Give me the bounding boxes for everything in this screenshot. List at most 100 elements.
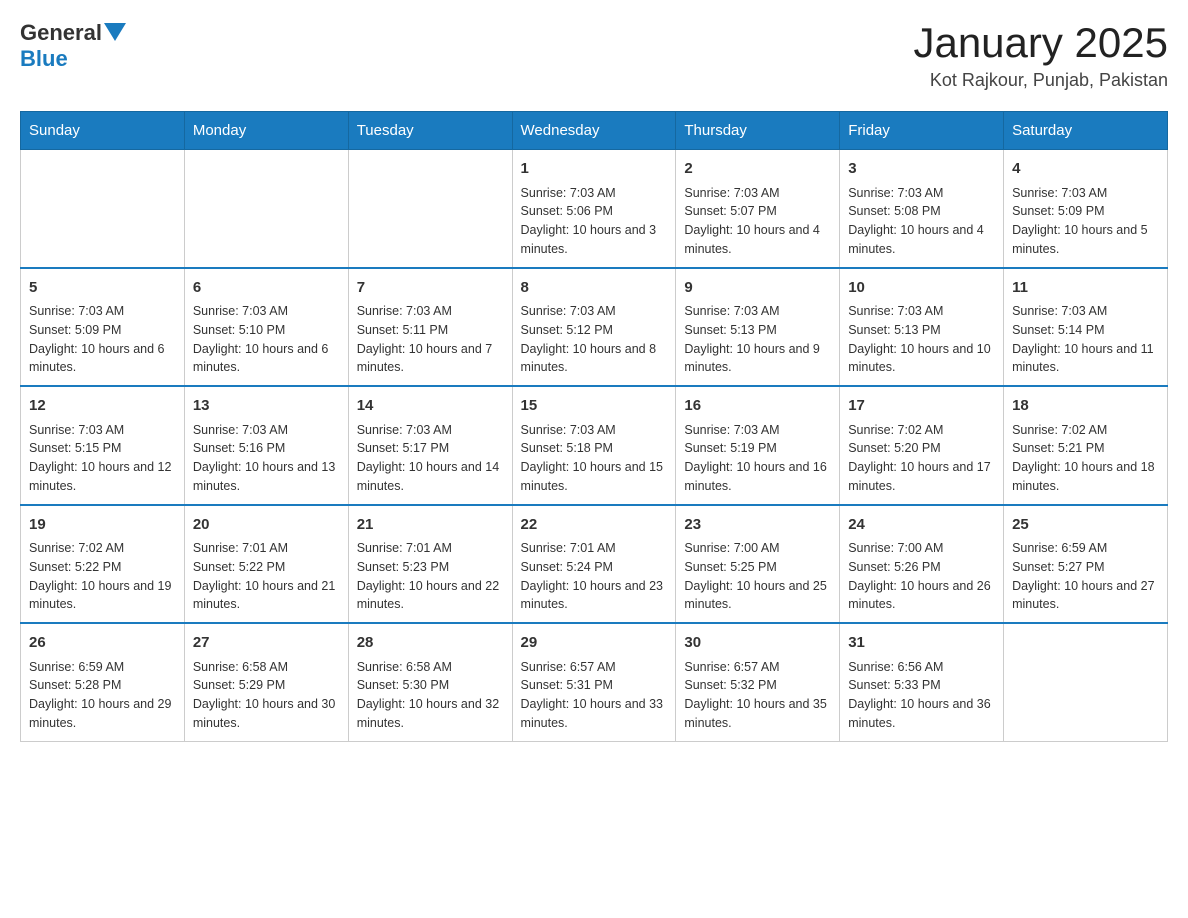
day-number: 23 <box>684 514 831 537</box>
weekday-header-row: SundayMondayTuesdayWednesdayThursdayFrid… <box>21 112 1168 150</box>
calendar-day-22: 22Sunrise: 7:01 AMSunset: 5:24 PMDayligh… <box>512 505 676 624</box>
day-info-line: Daylight: 10 hours and 5 minutes. <box>1012 221 1159 259</box>
day-info-line: Sunset: 5:29 PM <box>193 676 340 695</box>
day-info-line: Sunset: 5:19 PM <box>684 439 831 458</box>
day-info-line: Sunrise: 7:01 AM <box>521 539 668 558</box>
calendar-day-17: 17Sunrise: 7:02 AMSunset: 5:20 PMDayligh… <box>840 386 1004 505</box>
day-info-line: Sunset: 5:30 PM <box>357 676 504 695</box>
day-info-line: Daylight: 10 hours and 35 minutes. <box>684 695 831 733</box>
weekday-header-friday: Friday <box>840 112 1004 150</box>
day-info-line: Sunrise: 7:03 AM <box>684 421 831 440</box>
day-info-line: Daylight: 10 hours and 22 minutes. <box>357 577 504 615</box>
calendar-day-31: 31Sunrise: 6:56 AMSunset: 5:33 PMDayligh… <box>840 623 1004 741</box>
day-info-line: Sunrise: 7:03 AM <box>848 184 995 203</box>
day-info-line: Sunset: 5:09 PM <box>1012 202 1159 221</box>
page-header: General Blue January 2025 Kot Rajkour, P… <box>20 20 1168 91</box>
day-info-line: Sunrise: 7:03 AM <box>357 302 504 321</box>
day-info-line: Sunrise: 7:03 AM <box>521 421 668 440</box>
day-number: 24 <box>848 514 995 537</box>
day-info-line: Sunrise: 7:02 AM <box>1012 421 1159 440</box>
day-number: 2 <box>684 158 831 181</box>
location: Kot Rajkour, Punjab, Pakistan <box>913 70 1168 91</box>
day-number: 10 <box>848 277 995 300</box>
day-info-line: Daylight: 10 hours and 12 minutes. <box>29 458 176 496</box>
day-info-line: Daylight: 10 hours and 16 minutes. <box>684 458 831 496</box>
day-info-line: Sunrise: 7:03 AM <box>521 184 668 203</box>
calendar-week-row: 12Sunrise: 7:03 AMSunset: 5:15 PMDayligh… <box>21 386 1168 505</box>
day-info-line: Sunset: 5:13 PM <box>848 321 995 340</box>
calendar-day-2: 2Sunrise: 7:03 AMSunset: 5:07 PMDaylight… <box>676 150 840 268</box>
day-info-line: Sunrise: 7:00 AM <box>684 539 831 558</box>
calendar-day-20: 20Sunrise: 7:01 AMSunset: 5:22 PMDayligh… <box>184 505 348 624</box>
day-number: 19 <box>29 514 176 537</box>
day-info-line: Sunrise: 7:03 AM <box>193 421 340 440</box>
month-title: January 2025 <box>913 20 1168 66</box>
day-number: 3 <box>848 158 995 181</box>
calendar-week-row: 5Sunrise: 7:03 AMSunset: 5:09 PMDaylight… <box>21 268 1168 387</box>
day-info-line: Daylight: 10 hours and 10 minutes. <box>848 340 995 378</box>
day-info-line: Sunrise: 6:57 AM <box>521 658 668 677</box>
day-info-line: Sunset: 5:17 PM <box>357 439 504 458</box>
calendar-day-10: 10Sunrise: 7:03 AMSunset: 5:13 PMDayligh… <box>840 268 1004 387</box>
day-info-line: Sunset: 5:09 PM <box>29 321 176 340</box>
calendar-day-25: 25Sunrise: 6:59 AMSunset: 5:27 PMDayligh… <box>1004 505 1168 624</box>
calendar-table: SundayMondayTuesdayWednesdayThursdayFrid… <box>20 111 1168 742</box>
day-info-line: Daylight: 10 hours and 30 minutes. <box>193 695 340 733</box>
day-info-line: Sunset: 5:10 PM <box>193 321 340 340</box>
day-info-line: Sunset: 5:07 PM <box>684 202 831 221</box>
day-number: 31 <box>848 632 995 655</box>
day-info-line: Daylight: 10 hours and 3 minutes. <box>521 221 668 259</box>
day-number: 4 <box>1012 158 1159 181</box>
day-number: 12 <box>29 395 176 418</box>
calendar-day-19: 19Sunrise: 7:02 AMSunset: 5:22 PMDayligh… <box>21 505 185 624</box>
day-info-line: Daylight: 10 hours and 7 minutes. <box>357 340 504 378</box>
empty-cell <box>21 150 185 268</box>
day-info-line: Sunrise: 7:03 AM <box>29 421 176 440</box>
day-info-line: Daylight: 10 hours and 25 minutes. <box>684 577 831 615</box>
day-info-line: Sunset: 5:12 PM <box>521 321 668 340</box>
day-info-line: Daylight: 10 hours and 26 minutes. <box>848 577 995 615</box>
weekday-header-tuesday: Tuesday <box>348 112 512 150</box>
calendar-week-row: 1Sunrise: 7:03 AMSunset: 5:06 PMDaylight… <box>21 150 1168 268</box>
day-info-line: Sunrise: 7:01 AM <box>193 539 340 558</box>
weekday-header-wednesday: Wednesday <box>512 112 676 150</box>
calendar-day-14: 14Sunrise: 7:03 AMSunset: 5:17 PMDayligh… <box>348 386 512 505</box>
calendar-day-15: 15Sunrise: 7:03 AMSunset: 5:18 PMDayligh… <box>512 386 676 505</box>
weekday-header-monday: Monday <box>184 112 348 150</box>
day-info-line: Sunrise: 7:03 AM <box>29 302 176 321</box>
day-number: 20 <box>193 514 340 537</box>
day-info-line: Sunset: 5:23 PM <box>357 558 504 577</box>
day-info-line: Sunrise: 7:03 AM <box>193 302 340 321</box>
calendar-day-9: 9 Sunrise: 7:03 AMSunset: 5:13 PMDaylight… <box>676 268 840 387</box>
calendar-day-13: 13Sunrise: 7:03 AMSunset: 5:16 PMDayligh… <box>184 386 348 505</box>
calendar-week-row: 26Sunrise: 6:59 AMSunset: 5:28 PMDayligh… <box>21 623 1168 741</box>
calendar-day-28: 28Sunrise: 6:58 AMSunset: 5:30 PMDayligh… <box>348 623 512 741</box>
day-info-line: Daylight: 10 hours and 29 minutes. <box>29 695 176 733</box>
day-info-line: Sunset: 5:16 PM <box>193 439 340 458</box>
day-number: 9 <box>684 277 831 300</box>
day-number: 5 <box>29 277 176 300</box>
day-info-line: Sunset: 5:32 PM <box>684 676 831 695</box>
day-info-line: Sunset: 5:13 PM <box>684 321 831 340</box>
day-info-line: Daylight: 10 hours and 17 minutes. <box>848 458 995 496</box>
weekday-header-sunday: Sunday <box>21 112 185 150</box>
day-info-line: Sunrise: 7:03 AM <box>684 302 831 321</box>
day-info-line: Daylight: 10 hours and 13 minutes. <box>193 458 340 496</box>
calendar-week-row: 19Sunrise: 7:02 AMSunset: 5:22 PMDayligh… <box>21 505 1168 624</box>
day-info-line: Sunset: 5:21 PM <box>1012 439 1159 458</box>
day-info-line: Daylight: 10 hours and 36 minutes. <box>848 695 995 733</box>
day-number: 17 <box>848 395 995 418</box>
calendar-day-8: 8Sunrise: 7:03 AMSunset: 5:12 PMDaylight… <box>512 268 676 387</box>
calendar-day-7: 7Sunrise: 7:03 AMSunset: 5:11 PMDaylight… <box>348 268 512 387</box>
day-number: 27 <box>193 632 340 655</box>
calendar-day-26: 26Sunrise: 6:59 AMSunset: 5:28 PMDayligh… <box>21 623 185 741</box>
day-info-line: Daylight: 10 hours and 9 minutes. <box>684 340 831 378</box>
day-info-line: Sunrise: 7:01 AM <box>357 539 504 558</box>
day-info-line: Sunset: 5:24 PM <box>521 558 668 577</box>
day-info-line: Sunset: 5:26 PM <box>848 558 995 577</box>
day-number: 8 <box>521 277 668 300</box>
day-info-line: Sunset: 5:14 PM <box>1012 321 1159 340</box>
day-info-line: Sunrise: 7:03 AM <box>521 302 668 321</box>
day-info-line: Daylight: 10 hours and 14 minutes. <box>357 458 504 496</box>
day-number: 18 <box>1012 395 1159 418</box>
